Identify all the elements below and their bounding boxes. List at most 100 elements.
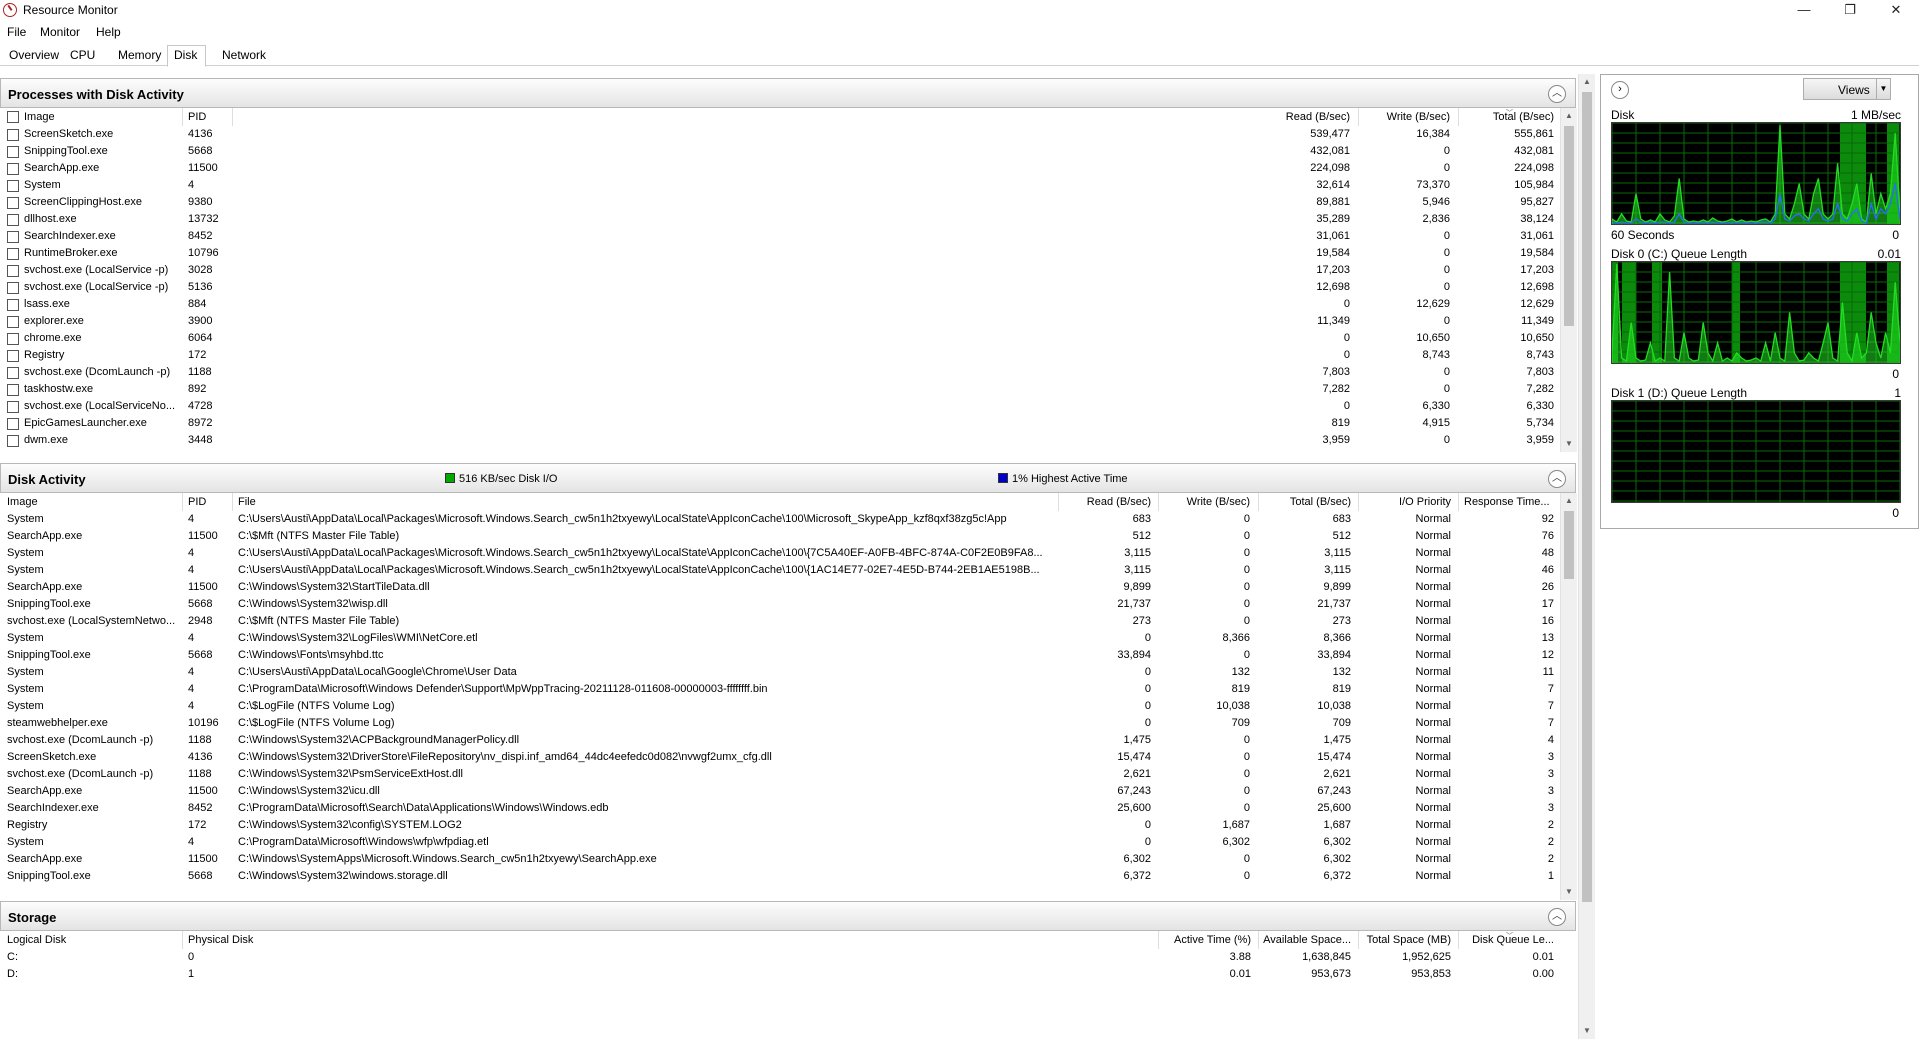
menu-help[interactable]: Help bbox=[96, 25, 121, 39]
scroll-up-icon[interactable]: ▲ bbox=[1579, 74, 1595, 90]
process-row[interactable]: dllhost.exe 13732 35,289 2,836 38,124 bbox=[0, 211, 1560, 228]
row-checkbox[interactable] bbox=[7, 299, 19, 311]
col-file[interactable]: File bbox=[238, 496, 1048, 508]
scroll-down-icon[interactable]: ▼ bbox=[1561, 884, 1577, 900]
row-checkbox[interactable] bbox=[7, 129, 19, 141]
disk-activity-row[interactable]: System 4 C:\Users\Austi\AppData\Local\Pack… bbox=[0, 511, 1560, 528]
col-read[interactable]: Read (B/sec) bbox=[1260, 111, 1350, 123]
disk-activity-scrollbar[interactable]: ▲ ▼ bbox=[1560, 493, 1577, 900]
minimize-button[interactable]: — bbox=[1781, 0, 1827, 20]
row-checkbox[interactable] bbox=[7, 401, 19, 413]
processes-section-header[interactable]: Processes with Disk Activity ︿ bbox=[0, 78, 1576, 108]
disk-activity-row[interactable]: SearchApp.exe 11500 C:\Windows\System32\ic… bbox=[0, 783, 1560, 800]
disk-activity-section-header[interactable]: Disk Activity 516 KB/sec Disk I/O 1% Hig… bbox=[0, 463, 1576, 493]
disk-activity-row[interactable]: SearchApp.exe 11500 C:\Windows\System32\St… bbox=[0, 579, 1560, 596]
hide-graphs-button[interactable]: › bbox=[1611, 81, 1629, 99]
select-all-checkbox[interactable] bbox=[7, 111, 19, 123]
process-row[interactable]: SearchIndexer.exe 8452 31,061 0 31,061 bbox=[0, 228, 1560, 245]
row-checkbox[interactable] bbox=[7, 265, 19, 277]
row-checkbox[interactable] bbox=[7, 197, 19, 209]
col-pid[interactable]: PID bbox=[188, 496, 228, 508]
col-logical-disk[interactable]: Logical Disk bbox=[7, 934, 177, 946]
row-checkbox[interactable] bbox=[7, 282, 19, 294]
collapse-processes-button[interactable]: ︿ bbox=[1548, 85, 1566, 103]
storage-section-header[interactable]: Storage ︿ bbox=[0, 901, 1576, 931]
disk-activity-row[interactable]: SnippingTool.exe 5668 C:\Windows\System32\… bbox=[0, 868, 1560, 885]
process-row[interactable]: explorer.exe 3900 11,349 0 11,349 bbox=[0, 313, 1560, 330]
process-row[interactable]: System 4 32,614 73,370 105,984 bbox=[0, 177, 1560, 194]
storage-row[interactable]: D: 1 0.01 953,673 953,853 0.00 bbox=[0, 966, 1560, 983]
disk-activity-row[interactable]: svchost.exe (LocalSystemNetwo... 2948 C:\$… bbox=[0, 613, 1560, 630]
disk-activity-row[interactable]: System 4 C:\Users\Austi\AppData\Local\Goog… bbox=[0, 664, 1560, 681]
process-row[interactable]: lsass.exe 884 0 12,629 12,629 bbox=[0, 296, 1560, 313]
process-row[interactable]: taskhostw.exe 892 7,282 0 7,282 bbox=[0, 381, 1560, 398]
tab-disk[interactable]: Disk bbox=[167, 45, 207, 67]
col-response-time[interactable]: Response Time... bbox=[1464, 496, 1554, 508]
process-row[interactable]: SnippingTool.exe 5668 432,081 0 432,081 bbox=[0, 143, 1560, 160]
row-checkbox[interactable] bbox=[7, 418, 19, 430]
col-image[interactable]: Image bbox=[7, 496, 177, 508]
scroll-down-icon[interactable]: ▼ bbox=[1579, 1023, 1595, 1039]
row-checkbox[interactable] bbox=[7, 163, 19, 175]
scrollbar-thumb[interactable] bbox=[1564, 126, 1574, 326]
menu-file[interactable]: File bbox=[7, 25, 26, 39]
col-available-space[interactable]: Available Space... bbox=[1260, 934, 1351, 946]
maximize-button[interactable]: ❐ bbox=[1827, 0, 1873, 20]
process-row[interactable]: SearchApp.exe 11500 224,098 0 224,098 bbox=[0, 160, 1560, 177]
process-row[interactable]: RuntimeBroker.exe 10796 19,584 0 19,584 bbox=[0, 245, 1560, 262]
storage-row[interactable]: C: 0 3.88 1,638,845 1,952,625 0.01 bbox=[0, 949, 1560, 966]
row-checkbox[interactable] bbox=[7, 248, 19, 260]
main-scrollbar[interactable]: ▲ ▼ bbox=[1578, 74, 1595, 1039]
tab-network[interactable]: Network bbox=[219, 48, 269, 62]
close-button[interactable]: ✕ bbox=[1873, 0, 1919, 20]
disk-activity-row[interactable]: svchost.exe (DcomLaunch -p) 1188 C:\Window… bbox=[0, 732, 1560, 749]
process-row[interactable]: dwm.exe 3448 3,959 0 3,959 bbox=[0, 432, 1560, 449]
scrollbar-thumb[interactable] bbox=[1564, 511, 1574, 579]
process-row[interactable]: svchost.exe (LocalService -p) 5136 12,698 0… bbox=[0, 279, 1560, 296]
scroll-up-icon[interactable]: ▲ bbox=[1561, 108, 1577, 124]
col-active-time[interactable]: Active Time (%) bbox=[1160, 934, 1251, 946]
chevron-down-icon[interactable]: ▼ bbox=[1876, 79, 1890, 99]
col-total[interactable]: Total (B/sec) bbox=[1260, 496, 1351, 508]
col-pid[interactable]: PID bbox=[188, 111, 228, 123]
disk-activity-row[interactable]: SnippingTool.exe 5668 C:\Windows\Fonts\msy… bbox=[0, 647, 1560, 664]
collapse-disk-activity-button[interactable]: ︿ bbox=[1548, 470, 1566, 488]
tab-memory[interactable]: Memory bbox=[115, 48, 164, 62]
process-row[interactable]: ScreenClippingHost.exe 9380 89,881 5,946 95,… bbox=[0, 194, 1560, 211]
disk-activity-row[interactable]: System 4 C:\Users\Austi\AppData\Local\Pack… bbox=[0, 562, 1560, 579]
disk-activity-row[interactable]: SearchApp.exe 11500 C:\Windows\SystemApps\… bbox=[0, 851, 1560, 868]
disk-activity-row[interactable]: SearchIndexer.exe 8452 C:\ProgramData\Micr… bbox=[0, 800, 1560, 817]
col-image[interactable]: Image bbox=[24, 111, 174, 123]
disk-activity-row[interactable]: steamwebhelper.exe 10196 C:\$LogFile (NTFS… bbox=[0, 715, 1560, 732]
col-read[interactable]: Read (B/sec) bbox=[1060, 496, 1151, 508]
scroll-up-icon[interactable]: ▲ bbox=[1561, 493, 1577, 509]
views-button[interactable]: Views ▼ bbox=[1803, 78, 1891, 100]
col-write[interactable]: Write (B/sec) bbox=[1360, 111, 1450, 123]
disk-activity-row[interactable]: System 4 C:\Users\Austi\AppData\Local\Pack… bbox=[0, 545, 1560, 562]
col-io-priority[interactable]: I/O Priority bbox=[1360, 496, 1451, 508]
processes-scrollbar[interactable]: ▲ ▼ bbox=[1560, 108, 1577, 452]
row-checkbox[interactable] bbox=[7, 231, 19, 243]
col-write[interactable]: Write (B/sec) bbox=[1160, 496, 1250, 508]
disk-activity-row[interactable]: svchost.exe (DcomLaunch -p) 1188 C:\Window… bbox=[0, 766, 1560, 783]
tab-cpu[interactable]: CPU bbox=[67, 48, 98, 62]
scrollbar-thumb[interactable] bbox=[1582, 92, 1592, 902]
process-row[interactable]: svchost.exe (LocalServiceNo... 4728 0 6,330… bbox=[0, 398, 1560, 415]
process-row[interactable]: svchost.exe (LocalService -p) 3028 17,203 0… bbox=[0, 262, 1560, 279]
row-checkbox[interactable] bbox=[7, 180, 19, 192]
process-row[interactable]: Registry 172 0 8,743 8,743 bbox=[0, 347, 1560, 364]
row-checkbox[interactable] bbox=[7, 367, 19, 379]
disk-activity-row[interactable]: Registry 172 C:\Windows\System32\config\SY… bbox=[0, 817, 1560, 834]
row-checkbox[interactable] bbox=[7, 350, 19, 362]
disk-activity-row[interactable]: System 4 C:\$LogFile (NTFS Volume Log) 0 10,… bbox=[0, 698, 1560, 715]
row-checkbox[interactable] bbox=[7, 333, 19, 345]
row-checkbox[interactable] bbox=[7, 435, 19, 447]
process-row[interactable]: chrome.exe 6064 0 10,650 10,650 bbox=[0, 330, 1560, 347]
collapse-storage-button[interactable]: ︿ bbox=[1548, 908, 1566, 926]
col-physical-disk[interactable]: Physical Disk bbox=[188, 934, 338, 946]
row-checkbox[interactable] bbox=[7, 384, 19, 396]
disk-activity-row[interactable]: System 4 C:\ProgramData\Microsoft\Windows\… bbox=[0, 834, 1560, 851]
row-checkbox[interactable] bbox=[7, 214, 19, 226]
row-checkbox[interactable] bbox=[7, 316, 19, 328]
row-checkbox[interactable] bbox=[7, 146, 19, 158]
